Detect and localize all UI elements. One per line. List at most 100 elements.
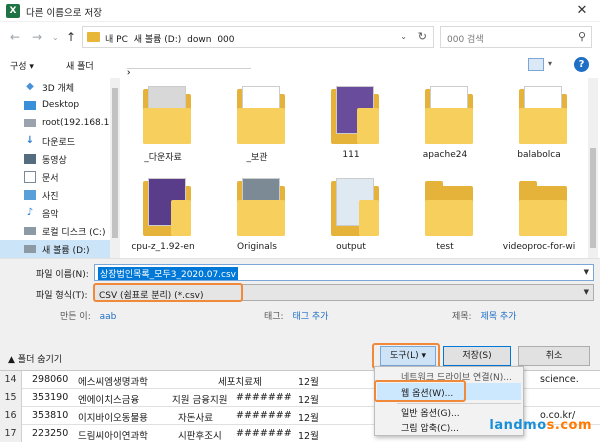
folder-item[interactable]: _다운자료 <box>120 78 206 166</box>
folder-item[interactable]: output <box>308 170 394 258</box>
forward-icon[interactable]: → <box>32 30 42 44</box>
new-folder-button[interactable]: 새 폴더 <box>66 59 94 72</box>
view-options-icon[interactable] <box>528 58 544 71</box>
file-name: _보관 <box>246 153 268 163</box>
sidebar-item-desktop[interactable]: Desktop <box>24 96 79 114</box>
organize-button[interactable]: 구성 ▾ <box>10 59 34 72</box>
recent-dropdown-icon[interactable]: ⌄ <box>52 33 59 42</box>
sidebar-item-label: root(192.168.1.2 <box>42 118 110 128</box>
file-name: apache24 <box>422 150 468 160</box>
sidebar-item-documents[interactable]: 문서 <box>24 168 59 186</box>
help-icon[interactable]: ? <box>574 57 589 72</box>
filetype-label: 파일 형식(T): <box>36 291 88 301</box>
view-dropdown-icon[interactable]: ▾ <box>548 59 552 68</box>
breadcrumb-item[interactable]: 새 볼륨 (D:) <box>134 35 182 45</box>
title-bar: X 다른 이름으로 저장 ✕ <box>0 0 600 22</box>
folder-item[interactable]: test <box>402 170 488 258</box>
sidebar-item-label: 새 볼륨 (D:) <box>42 245 90 256</box>
sidebar-item-label: 동영상 <box>42 155 67 166</box>
sidebar-item-label: 로컬 디스크 (C:) <box>42 227 106 238</box>
file-name: cpu-z_1.92-en <box>131 242 195 252</box>
sidebar-item-pictures[interactable]: 사진 <box>24 186 59 204</box>
file-name: output <box>336 242 366 252</box>
filename-value: 상장법인목록_모두3_2020.07.csv <box>98 267 239 280</box>
sidebar-item-volume-d[interactable]: 새 볼륨 (D:) <box>0 240 110 258</box>
address-dropdown-icon[interactable]: ⌄ <box>400 32 407 41</box>
breadcrumb-item[interactable]: down <box>187 35 211 45</box>
sidebar-item-videos[interactable]: 동영상 <box>24 150 67 168</box>
folder-item[interactable]: 111 <box>308 78 394 166</box>
folder-item[interactable]: apache24 <box>402 78 488 166</box>
authors-value[interactable]: aab <box>100 312 117 322</box>
chevron-down-icon[interactable]: ▼ <box>584 268 589 276</box>
authors-field: 만든 이: aab <box>60 309 116 322</box>
scrollbar-thumb[interactable] <box>590 148 596 248</box>
chevron-down-icon[interactable]: ▼ <box>584 288 589 296</box>
title-value[interactable]: 제목 추가 <box>480 312 516 322</box>
sidebar-item-local-disk-c[interactable]: 로컬 디스크 (C:) <box>24 222 105 240</box>
save-button[interactable]: 저장(S) <box>443 346 511 366</box>
sidebar-item-label: 3D 개체 <box>42 83 75 94</box>
file-name: videoproc-for-wi <box>502 242 576 252</box>
tags-value[interactable]: 태그 추가 <box>292 312 328 322</box>
search-input[interactable]: 000 검색 ⚲ <box>440 26 592 48</box>
file-name: test <box>436 242 454 252</box>
sidebar-item-3d-objects[interactable]: ◆ 3D 개체 <box>24 78 74 96</box>
tags-label: 태그: <box>264 312 284 322</box>
sidebar-item-label: 사진 <box>42 191 59 202</box>
video-icon <box>24 154 36 164</box>
close-icon[interactable]: ✕ <box>572 3 592 19</box>
refresh-icon[interactable]: ↻ <box>418 30 427 43</box>
folder-item[interactable]: balabolca <box>496 78 582 166</box>
hide-folders-button[interactable]: ▲ 폴더 숨기기 <box>8 352 62 365</box>
sidebar-item-network-drive[interactable]: root(192.168.1.2 <box>24 114 110 132</box>
folder-icon <box>331 178 379 236</box>
search-placeholder: 000 검색 <box>447 35 484 45</box>
disk-icon <box>24 227 36 235</box>
filename-label: 파일 이름(N): <box>36 270 89 280</box>
address-bar[interactable]: › 내 PC › 새 볼륨 (D:) › down › 000 ⌄ ↻ <box>82 26 434 78</box>
music-icon: ♪ <box>26 207 34 218</box>
web-options-highlight-box <box>374 380 466 402</box>
scrollbar-thumb[interactable] <box>112 88 118 238</box>
folder-item[interactable]: cpu-z_1.92-en <box>120 170 206 258</box>
folder-icon <box>143 86 191 144</box>
window-title: 다른 이름으로 저장 <box>26 8 102 19</box>
sidebar-item-music[interactable]: ♪ 음악 <box>24 204 59 222</box>
folder-icon <box>425 178 473 236</box>
network-drive-icon <box>24 119 36 127</box>
file-name: balabolca <box>517 150 561 160</box>
breadcrumb: › 내 PC › 새 볼륨 (D:) › down › 000 <box>105 32 251 78</box>
disk-icon <box>24 245 36 253</box>
up-icon[interactable]: ↑ <box>66 30 76 44</box>
menu-item-general-options[interactable]: 일반 옵션(G)... <box>401 406 460 419</box>
3d-objects-icon: ◆ <box>26 81 34 92</box>
file-name: _다운자료 <box>144 153 182 163</box>
sidebar-scrollbar[interactable] <box>110 78 120 258</box>
folder-icon <box>519 86 567 144</box>
sidebar-item-label: 다운로드 <box>42 137 76 148</box>
document-icon <box>24 171 36 183</box>
download-icon: ↓ <box>25 135 35 146</box>
folder-item[interactable]: _보관 <box>214 78 300 166</box>
search-icon: ⚲ <box>577 30 586 43</box>
navigation-pane: ◆ 3D 개체 Desktop root(192.168.1.2 ↓ 다운로드 … <box>0 78 110 258</box>
sidebar-item-downloads[interactable]: ↓ 다운로드 <box>24 132 75 150</box>
menu-separator <box>397 403 521 404</box>
cancel-button[interactable]: 취소 <box>518 346 590 366</box>
folder-icon <box>87 32 100 42</box>
authors-label: 만든 이: <box>60 312 91 322</box>
filename-input[interactable]: 상장법인목록_모두3_2020.07.csv ▼ <box>94 264 594 281</box>
folder-item[interactable]: videoproc-for-wi <box>496 170 582 258</box>
title-label: 제목: <box>452 312 472 322</box>
menu-item-compress-pictures[interactable]: 그림 압축(C)... <box>401 421 459 434</box>
folder-icon <box>237 178 285 236</box>
title-field: 제목: 제목 추가 <box>452 309 516 322</box>
file-list-scrollbar[interactable] <box>588 78 598 258</box>
breadcrumb-item[interactable]: 내 PC <box>105 35 128 45</box>
breadcrumb-item[interactable]: 000 <box>217 35 234 45</box>
excel-app-icon: X <box>6 4 20 18</box>
folder-icon <box>519 178 567 236</box>
folder-item[interactable]: Originals <box>214 170 300 258</box>
back-icon[interactable]: ← <box>10 30 20 44</box>
